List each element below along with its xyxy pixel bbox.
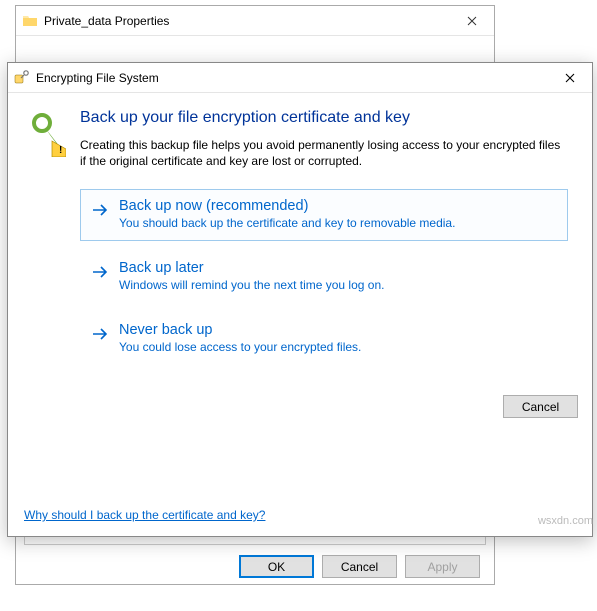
arrow-right-icon [91,198,109,230]
svg-text:!: ! [59,145,62,156]
properties-button-row: OK Cancel Apply [24,545,486,584]
ok-button[interactable]: OK [239,555,314,578]
certificate-key-icon: ! [32,109,66,375]
option-backup-later[interactable]: Back up later Windows will remind you th… [80,251,568,303]
option-text: Back up now (recommended) You should bac… [119,198,557,230]
efs-heading: Back up your file encryption certificate… [80,109,568,127]
close-button[interactable] [449,6,494,36]
option-title: Back up later [119,260,557,276]
efs-title: Encrypting File System [36,71,547,85]
efs-main: Back up your file encryption certificate… [80,109,568,375]
arrow-right-icon [91,322,109,354]
properties-title: Private_data Properties [44,14,449,28]
efs-body: ! Back up your file encryption certifica… [8,93,592,389]
option-title: Never back up [119,322,557,338]
properties-titlebar: Private_data Properties [16,6,494,36]
option-text: Never back up You could lose access to y… [119,322,557,354]
efs-cancel-button[interactable]: Cancel [503,395,578,418]
option-title: Back up now (recommended) [119,198,557,214]
efs-button-row: Cancel [8,389,592,432]
arrow-right-icon [91,260,109,292]
option-never-backup[interactable]: Never back up You could lose access to y… [80,313,568,365]
efs-close-button[interactable] [547,63,592,93]
option-subtitle: You should back up the certificate and k… [119,216,557,230]
efs-dialog: Encrypting File System ! Back up your fi… [7,62,593,537]
efs-description: Creating this backup file helps you avoi… [80,137,568,169]
efs-titlebar: Encrypting File System [8,63,592,93]
option-backup-now[interactable]: Back up now (recommended) You should bac… [80,189,568,241]
folder-icon [22,13,38,29]
cancel-button[interactable]: Cancel [322,555,397,578]
option-subtitle: Windows will remind you the next time yo… [119,278,557,292]
help-link[interactable]: Why should I back up the certificate and… [24,508,265,522]
watermark: wsxdn.com [538,515,593,527]
key-lock-icon [14,70,30,86]
option-subtitle: You could lose access to your encrypted … [119,340,557,354]
apply-button[interactable]: Apply [405,555,480,578]
option-text: Back up later Windows will remind you th… [119,260,557,292]
